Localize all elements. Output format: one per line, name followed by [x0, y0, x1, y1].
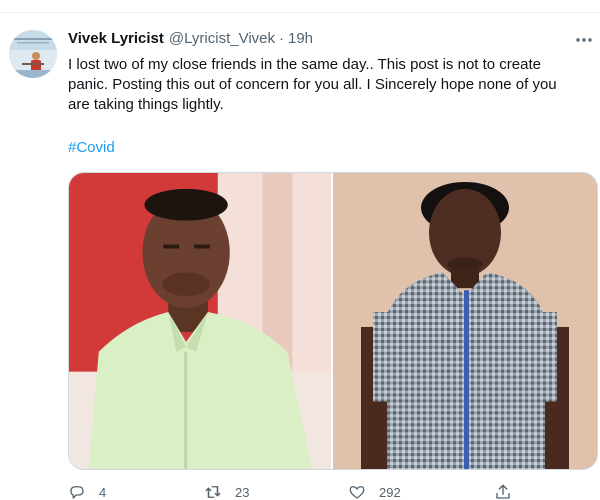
like-button[interactable]: 292 — [348, 483, 401, 500]
hashtag-link[interactable]: #Covid — [68, 139, 115, 156]
tweet-header: Vivek Lyricist @Lyricist_Vivek · 19h — [68, 30, 313, 50]
reply-button[interactable]: 4 — [68, 483, 106, 500]
reply-icon — [70, 486, 84, 499]
photo-right[interactable] — [333, 173, 597, 469]
heart-icon — [349, 486, 365, 499]
retweet-button[interactable]: 23 — [204, 483, 249, 500]
tweet-text: I lost two of my close friends in the sa… — [68, 55, 588, 115]
retweet-icon — [205, 486, 221, 498]
tweet-text-line: are taking things lightly. — [68, 96, 224, 113]
author-handle[interactable]: @Lyricist_Vivek — [169, 30, 275, 47]
share-icon — [496, 484, 510, 499]
reply-count: 4 — [99, 484, 107, 500]
retweet-count: 23 — [235, 484, 250, 500]
photo-left[interactable] — [69, 173, 333, 469]
timestamp[interactable]: 19h — [288, 30, 313, 47]
tweet[interactable]: Vivek Lyricist @Lyricist_Vivek · 19h I l… — [0, 13, 600, 500]
separator-dot: · — [279, 30, 284, 47]
avatar-image — [9, 30, 57, 78]
media-grid — [68, 172, 598, 470]
share-button[interactable] — [494, 483, 512, 500]
action-bar: 4 23 292 — [68, 483, 528, 500]
tweet-text-line: panic. Posting this out of concern for y… — [68, 76, 557, 93]
photo-man-checked-shirt — [333, 173, 597, 469]
avatar[interactable] — [9, 30, 57, 78]
like-count: 292 — [379, 484, 401, 500]
more-options-icon[interactable] — [573, 31, 595, 49]
author-name[interactable]: Vivek Lyricist — [68, 30, 164, 47]
photo-man-light-green-shirt — [69, 173, 331, 469]
tweet-text-line: I lost two of my close friends in the sa… — [68, 56, 541, 73]
